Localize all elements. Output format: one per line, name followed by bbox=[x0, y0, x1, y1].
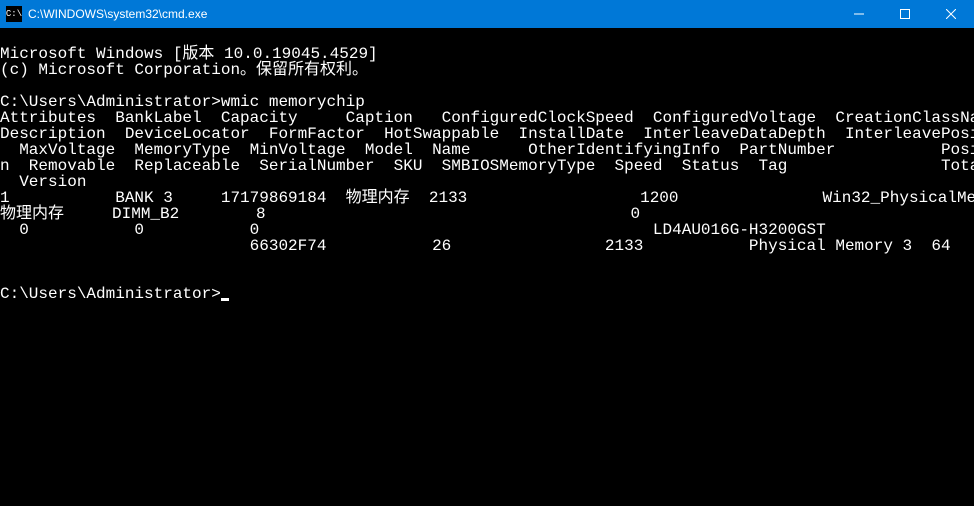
output-data: 66302F74 26 2133 Physical Memory 3 64 12… bbox=[0, 237, 974, 255]
cmd-icon: C:\ bbox=[6, 6, 22, 22]
copyright-line: (c) Microsoft Corporation。保留所有权利。 bbox=[0, 61, 368, 79]
window-controls bbox=[836, 0, 974, 28]
close-icon bbox=[946, 9, 956, 19]
window-title: C:\WINDOWS\system32\cmd.exe bbox=[28, 7, 836, 21]
minimize-button[interactable] bbox=[836, 0, 882, 28]
maximize-button[interactable] bbox=[882, 0, 928, 28]
minimize-icon bbox=[854, 9, 864, 19]
prompt: C:\Users\Administrator> bbox=[0, 285, 221, 303]
cmd-icon-label: C:\ bbox=[6, 9, 22, 19]
terminal-output[interactable]: Microsoft Windows [版本 10.0.19045.4529] (… bbox=[0, 28, 974, 302]
output-header: n Removable Replaceable SerialNumber SKU… bbox=[0, 157, 974, 175]
close-button[interactable] bbox=[928, 0, 974, 28]
window-titlebar: C:\ C:\WINDOWS\system32\cmd.exe bbox=[0, 0, 974, 28]
maximize-icon bbox=[900, 9, 910, 19]
cursor bbox=[221, 298, 229, 301]
